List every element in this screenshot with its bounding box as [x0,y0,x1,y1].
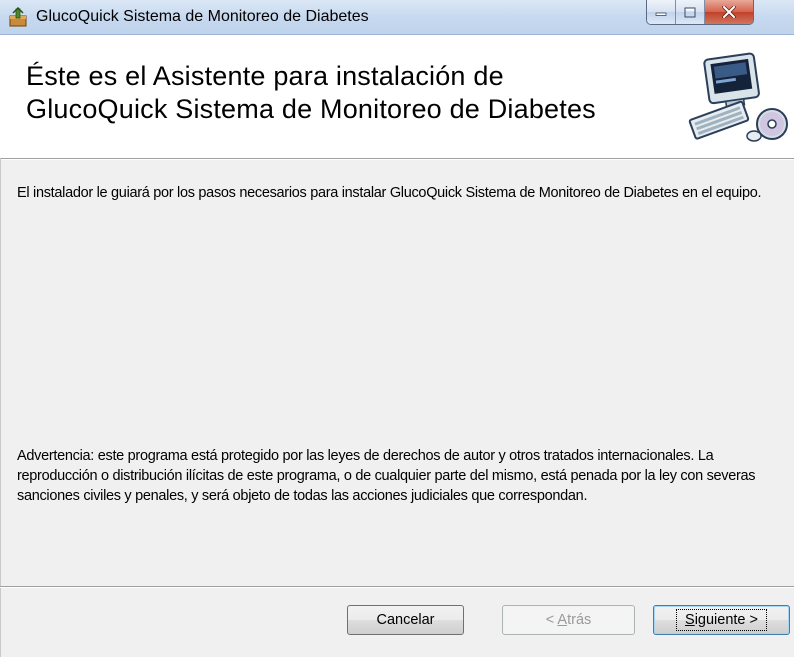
installer-icon [9,7,27,27]
wizard-title-line1: Éste es el Asistente para instalación de [26,61,504,91]
copyright-warning: Advertencia: este programa está protegid… [17,448,756,504]
cancel-button-label: Cancelar [376,612,435,628]
back-button-prefix: < [545,612,558,628]
dialog-left-border [0,158,1,657]
next-button-label-rest: iguiente > [694,612,758,628]
computer-setup-icon [688,52,788,142]
wizard-title-line2: GlucoQuick Sistema de Monitoreo de Diabe… [26,94,596,124]
next-button[interactable]: Siguiente > [653,605,790,635]
back-button[interactable]: < Atrás [502,605,635,635]
wizard-description: El instalador le guiará por los pasos ne… [17,185,762,201]
minimize-button[interactable] [647,0,676,24]
next-button-label: Siguiente > [676,609,767,631]
back-button-accelerator: A [557,612,568,628]
cancel-button[interactable]: Cancelar [347,605,464,635]
next-button-accelerator: S [685,612,695,628]
wizard-header: Éste es el Asistente para instalación de… [0,35,794,160]
close-icon [722,6,736,18]
maximize-button[interactable] [676,0,705,24]
back-button-label: < Atrás [546,612,592,628]
footer-separator [0,586,794,588]
maximize-icon [684,7,696,17]
back-button-label-rest: trás [567,612,592,628]
window-caption-buttons [646,0,754,25]
window-titlebar[interactable]: GlucoQuick Sistema de Monitoreo de Diabe… [0,0,794,35]
window-title: GlucoQuick Sistema de Monitoreo de Diabe… [36,8,369,25]
minimize-icon [655,12,667,16]
close-button[interactable] [705,0,753,24]
wizard-title: Éste es el Asistente para instalación de… [26,60,646,126]
